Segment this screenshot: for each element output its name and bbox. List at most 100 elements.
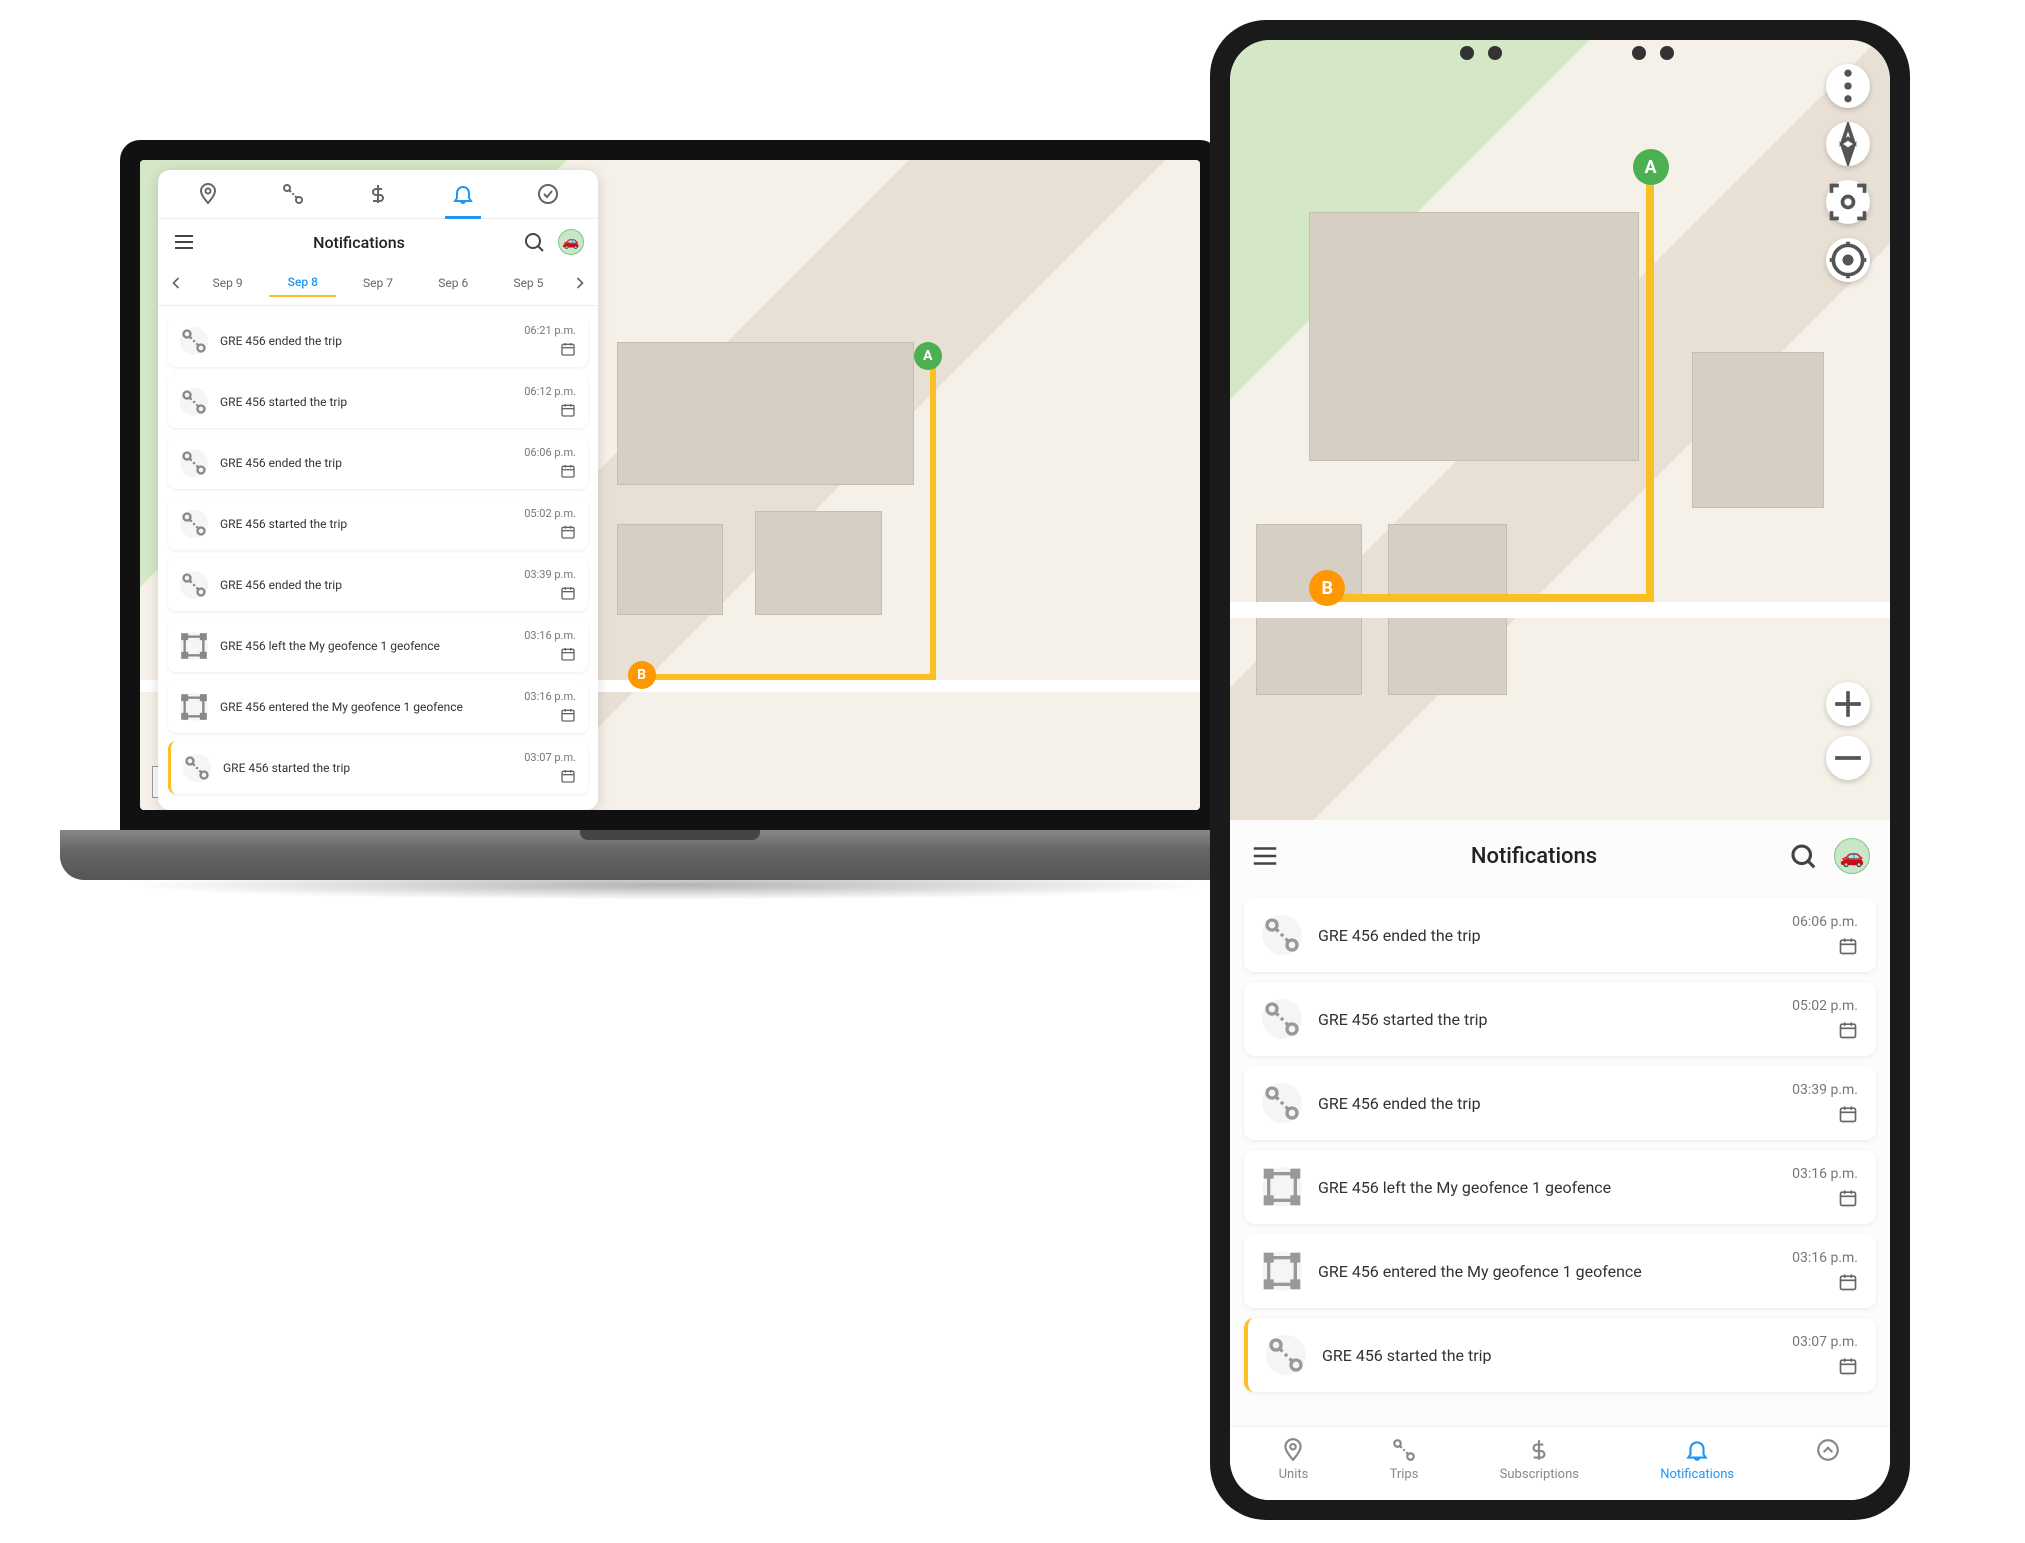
notification-text: GRE 456 started the trip (1318, 1010, 1792, 1029)
calendar-icon[interactable] (1838, 1188, 1858, 1208)
check-icon[interactable] (536, 182, 560, 206)
focus-icon[interactable] (1826, 180, 1870, 224)
date-tab[interactable]: Sep 5 (495, 270, 562, 296)
geofence-icon (1262, 1251, 1302, 1291)
notification-text: GRE 456 started the trip (1322, 1346, 1792, 1365)
calendar-icon[interactable] (1838, 1020, 1858, 1040)
tab-subscriptions[interactable]: Subscriptions (1500, 1437, 1579, 1482)
tab-label: Notifications (1660, 1467, 1734, 1482)
date-tab[interactable]: Sep 6 (420, 270, 487, 296)
tab-more[interactable] (1815, 1437, 1841, 1482)
trip-icon (180, 571, 208, 599)
date-tab[interactable]: Sep 7 (344, 270, 411, 296)
map-marker-a[interactable]: A (1633, 149, 1669, 185)
date-tab[interactable]: Sep 9 (194, 270, 261, 296)
notification-time: 06:12 p.m. (524, 385, 576, 398)
trip-icon (1262, 999, 1302, 1039)
top-nav-icons (158, 170, 598, 219)
notification-text: GRE 456 left the My geofence 1 geofence (220, 639, 524, 653)
notification-item[interactable]: GRE 456 started the trip 03:07 p.m. (1244, 1318, 1876, 1392)
menu-icon[interactable] (1250, 841, 1280, 871)
notification-text: GRE 456 ended the trip (1318, 1094, 1792, 1113)
notification-item[interactable]: GRE 456 ended the trip 06:06 p.m. (168, 436, 588, 489)
notification-item[interactable]: GRE 456 started the trip 03:07 p.m. (168, 741, 588, 794)
notification-text: GRE 456 started the trip (220, 395, 524, 409)
notification-time: 03:07 p.m. (1792, 1334, 1858, 1350)
notification-time: 05:02 p.m. (1792, 998, 1858, 1014)
calendar-icon[interactable] (560, 341, 576, 357)
notifications-panel: Notifications 🚗 Sep 9Sep 8Sep 7Sep 6Sep … (158, 170, 598, 810)
notification-item[interactable]: GRE 456 ended the trip 06:21 p.m. (168, 314, 588, 367)
locate-icon[interactable] (1826, 238, 1870, 282)
notification-time: 03:16 p.m. (524, 690, 576, 703)
notification-text: GRE 456 ended the trip (220, 456, 524, 470)
tab-units[interactable]: Units (1279, 1437, 1309, 1482)
notification-item[interactable]: GRE 456 entered the My geofence 1 geofen… (168, 680, 588, 733)
notification-list: GRE 456 ended the trip 06:21 p.m. GRE 45… (158, 306, 598, 810)
notification-item[interactable]: GRE 456 entered the My geofence 1 geofen… (1244, 1234, 1876, 1308)
calendar-icon[interactable] (560, 707, 576, 723)
calendar-icon[interactable] (1838, 1104, 1858, 1124)
calendar-icon[interactable] (560, 524, 576, 540)
trip-icon (1262, 1083, 1302, 1123)
notification-item[interactable]: GRE 456 ended the trip 03:39 p.m. (1244, 1066, 1876, 1140)
search-icon[interactable] (1788, 841, 1818, 871)
notification-item[interactable]: GRE 456 started the trip 06:12 p.m. (168, 375, 588, 428)
calendar-icon[interactable] (560, 463, 576, 479)
notification-text: GRE 456 started the trip (220, 517, 524, 531)
notification-item[interactable]: GRE 456 started the trip 05:02 p.m. (168, 497, 588, 550)
phone-device: A B Notifications 🚗 GRE 456 (1210, 20, 1910, 1520)
notification-item[interactable]: GRE 456 ended the trip 06:06 p.m. (1244, 898, 1876, 972)
trip-icon[interactable] (281, 182, 305, 206)
map-marker-b[interactable]: B (628, 661, 656, 689)
calendar-icon[interactable] (1838, 1272, 1858, 1292)
date-prev-icon[interactable] (166, 273, 186, 293)
notification-time: 03:16 p.m. (524, 629, 576, 642)
notification-item[interactable]: GRE 456 started the trip 05:02 p.m. (1244, 982, 1876, 1056)
notification-text: GRE 456 ended the trip (220, 578, 524, 592)
notification-text: GRE 456 ended the trip (1318, 926, 1792, 945)
calendar-icon[interactable] (560, 768, 576, 784)
search-icon[interactable] (522, 230, 546, 254)
calendar-icon[interactable] (1838, 936, 1858, 956)
notification-time: 03:16 p.m. (1792, 1166, 1858, 1182)
zoom-in-icon[interactable] (1826, 682, 1870, 726)
vehicle-status-icon[interactable]: 🚗 (1834, 838, 1870, 874)
notification-item[interactable]: GRE 456 left the My geofence 1 geofence … (168, 619, 588, 672)
tab-trips[interactable]: Trips (1390, 1437, 1419, 1482)
tab-notifications[interactable]: Notifications (1660, 1437, 1734, 1482)
dollar-icon[interactable] (366, 182, 390, 206)
map-marker-a[interactable]: A (914, 342, 942, 370)
dollar-icon (1526, 1437, 1552, 1463)
more-icon[interactable] (1826, 64, 1870, 108)
tab-label: Trips (1390, 1467, 1419, 1482)
zoom-out-icon[interactable] (1826, 736, 1870, 780)
notification-list: GRE 456 ended the trip 06:06 p.m. GRE 45… (1230, 892, 1890, 1426)
tab-label: Units (1279, 1467, 1309, 1482)
date-tab[interactable]: Sep 8 (269, 269, 336, 297)
bottom-tabbar: Units Trips Subscriptions Notifications (1230, 1426, 1890, 1500)
date-next-icon[interactable] (570, 273, 590, 293)
chevron-up-icon (1815, 1437, 1841, 1463)
bell-icon[interactable] (451, 182, 475, 206)
pin-icon (1280, 1437, 1306, 1463)
menu-icon[interactable] (172, 230, 196, 254)
geofence-icon (180, 693, 208, 721)
pin-icon[interactable] (196, 182, 220, 206)
vehicle-status-icon[interactable]: 🚗 (558, 229, 584, 255)
trip-icon (1391, 1437, 1417, 1463)
phone-map[interactable]: A B (1230, 40, 1890, 820)
notification-text: GRE 456 ended the trip (220, 334, 524, 348)
notification-item[interactable]: GRE 456 left the My geofence 1 geofence … (1244, 1150, 1876, 1224)
notification-time: 06:06 p.m. (1792, 914, 1858, 930)
calendar-icon[interactable] (560, 646, 576, 662)
compass-icon[interactable] (1826, 122, 1870, 166)
phone-notifications-panel: Notifications 🚗 GRE 456 ended the trip 0… (1230, 820, 1890, 1500)
calendar-icon[interactable] (560, 585, 576, 601)
laptop-device: A B 30 m 100 ft Notifications 🚗 S (60, 140, 1280, 900)
calendar-icon[interactable] (560, 402, 576, 418)
calendar-icon[interactable] (1838, 1356, 1858, 1376)
notification-time: 03:07 p.m. (524, 751, 576, 764)
notification-item[interactable]: GRE 456 ended the trip 03:39 p.m. (168, 558, 588, 611)
trip-icon (180, 449, 208, 477)
